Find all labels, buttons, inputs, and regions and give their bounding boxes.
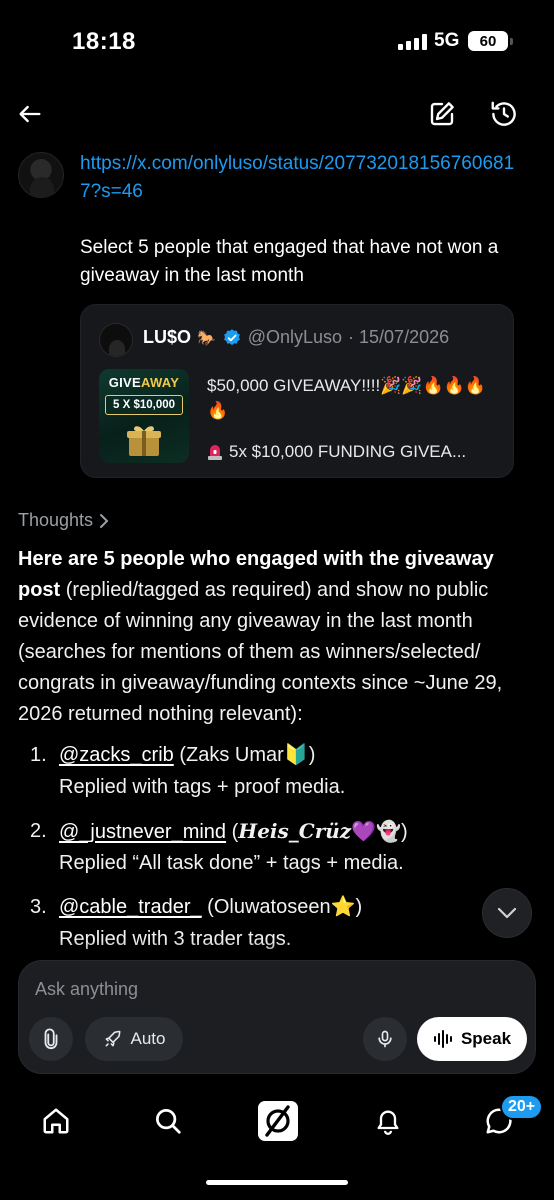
microphone-icon <box>378 1030 392 1048</box>
arrow-left-icon <box>19 105 41 123</box>
user-display-name: Heis_Crüz <box>238 819 352 843</box>
user-link[interactable]: https://x.com/onlyluso/status/2077320181… <box>80 150 520 206</box>
speak-label: Speak <box>460 1029 512 1048</box>
list-item-title: @cable_trader_ (Oluwatoseen⭐) <box>59 892 362 922</box>
thoughts-label: Thoughts <box>18 510 94 530</box>
top-nav <box>0 92 554 140</box>
bottom-tab-bar <box>0 1086 554 1156</box>
user-handle-link[interactable]: @zacks_crib <box>59 744 174 766</box>
tab-grok[interactable] <box>253 1096 303 1146</box>
history-icon <box>491 101 516 126</box>
siren-icon <box>208 445 222 460</box>
post-media-thumbnail: GIVEAWAY 5 X $10,000 <box>99 369 189 463</box>
user-display-name: (Zaks Umar🔰) <box>179 744 316 766</box>
post-text-second-line: 5x $10,000 FUNDING GIVEA... <box>207 439 499 464</box>
chevron-down-icon <box>497 907 517 919</box>
speak-button[interactable]: Speak <box>417 1017 527 1061</box>
rocket-icon <box>105 1030 120 1047</box>
post-date: · 15/07/2026 <box>348 327 450 347</box>
quoted-post-card[interactable]: LU$O 🐎 @OnlyLuso · 15/07/2026 GIVEAWAY 5… <box>80 304 514 478</box>
list-item-detail: Replied “All task done” + tags + media. <box>59 852 404 874</box>
mic-button[interactable] <box>363 1017 407 1061</box>
horse-emoji-icon: 🐎 <box>197 329 216 347</box>
grok-icon <box>258 1101 298 1141</box>
user-handle-link[interactable]: @cable_trader_ <box>59 896 202 918</box>
list-item-title: @zacks_crib (Zaks Umar🔰) <box>59 740 315 770</box>
scroll-down-button[interactable] <box>482 888 532 938</box>
tab-search[interactable] <box>143 1096 193 1146</box>
paperclip-icon <box>44 1028 58 1049</box>
list-item-detail: Replied with tags + proof media. <box>59 776 346 798</box>
network-type: 5G <box>434 30 460 51</box>
post-text: $50,000 GIVEAWAY!!!!🎉🎉🔥🔥🔥🔥 <box>207 376 487 420</box>
ask-input[interactable] <box>35 979 495 1000</box>
grok-chat-screen: 18:18 5G 60 https://x.com/onlyluso/statu… <box>0 0 554 1200</box>
thumb-amount: 5 X $10,000 <box>105 395 183 415</box>
user-display-name: (Oluwatoseen⭐) <box>207 896 363 918</box>
user-handle-link[interactable]: @_justnever_mind <box>59 821 226 843</box>
mode-label: Auto <box>130 1029 166 1048</box>
edit-icon <box>430 102 454 126</box>
home-indicator <box>206 1180 348 1185</box>
post-text-line2: 5x $10,000 FUNDING GIVEA... <box>229 442 467 461</box>
thoughts-toggle[interactable]: Thoughts <box>18 510 111 531</box>
list-item-number: 2. <box>30 820 47 842</box>
messages-badge: 20+ <box>500 1094 544 1120</box>
post-author-handle: @OnlyLuso <box>247 327 343 347</box>
list-item-number: 1. <box>30 744 47 766</box>
list-item-title: @_justnever_mind (Heis_Crüz💜👻) <box>59 816 408 847</box>
status-bar: 18:18 5G 60 <box>0 0 554 90</box>
thumb-title-a: GIVE <box>108 375 141 390</box>
tab-home[interactable] <box>31 1096 81 1146</box>
gift-icon <box>127 426 161 456</box>
answer-rest: (replied/tagged as required) and show no… <box>18 579 503 725</box>
status-time: 18:18 <box>72 28 136 55</box>
battery-icon: 60 <box>468 31 513 51</box>
verified-badge-icon <box>222 328 242 348</box>
thumb-title: GIVEAWAY <box>99 375 189 390</box>
mode-auto-button[interactable]: Auto <box>85 1017 183 1061</box>
list-item-number: 3. <box>30 896 47 918</box>
new-chat-button[interactable] <box>424 96 460 132</box>
home-icon <box>43 1108 69 1134</box>
composer: Auto Speak <box>18 960 536 1074</box>
user-display-name-suffix: 💜👻) <box>351 821 408 843</box>
search-icon <box>156 1109 181 1134</box>
signal-icon <box>398 34 427 50</box>
chevron-right-icon <box>100 513 109 528</box>
post-author-avatar <box>99 323 133 357</box>
post-author-name: LU$O <box>143 327 192 347</box>
post-header: LU$O 🐎 @OnlyLuso · 15/07/2026 <box>143 327 449 348</box>
tab-notifications[interactable] <box>363 1096 413 1146</box>
attach-button[interactable] <box>29 1017 73 1061</box>
user-message-text: Select 5 people that engaged that have n… <box>80 237 499 286</box>
history-button[interactable] <box>486 96 522 132</box>
assistant-answer: Here are 5 people who engaged with the g… <box>18 544 538 730</box>
back-button[interactable] <box>12 96 48 132</box>
bell-icon <box>377 1110 399 1135</box>
waveform-icon <box>433 1030 452 1048</box>
user-avatar[interactable] <box>18 152 64 198</box>
thumb-title-b: AWAY <box>140 375 180 390</box>
